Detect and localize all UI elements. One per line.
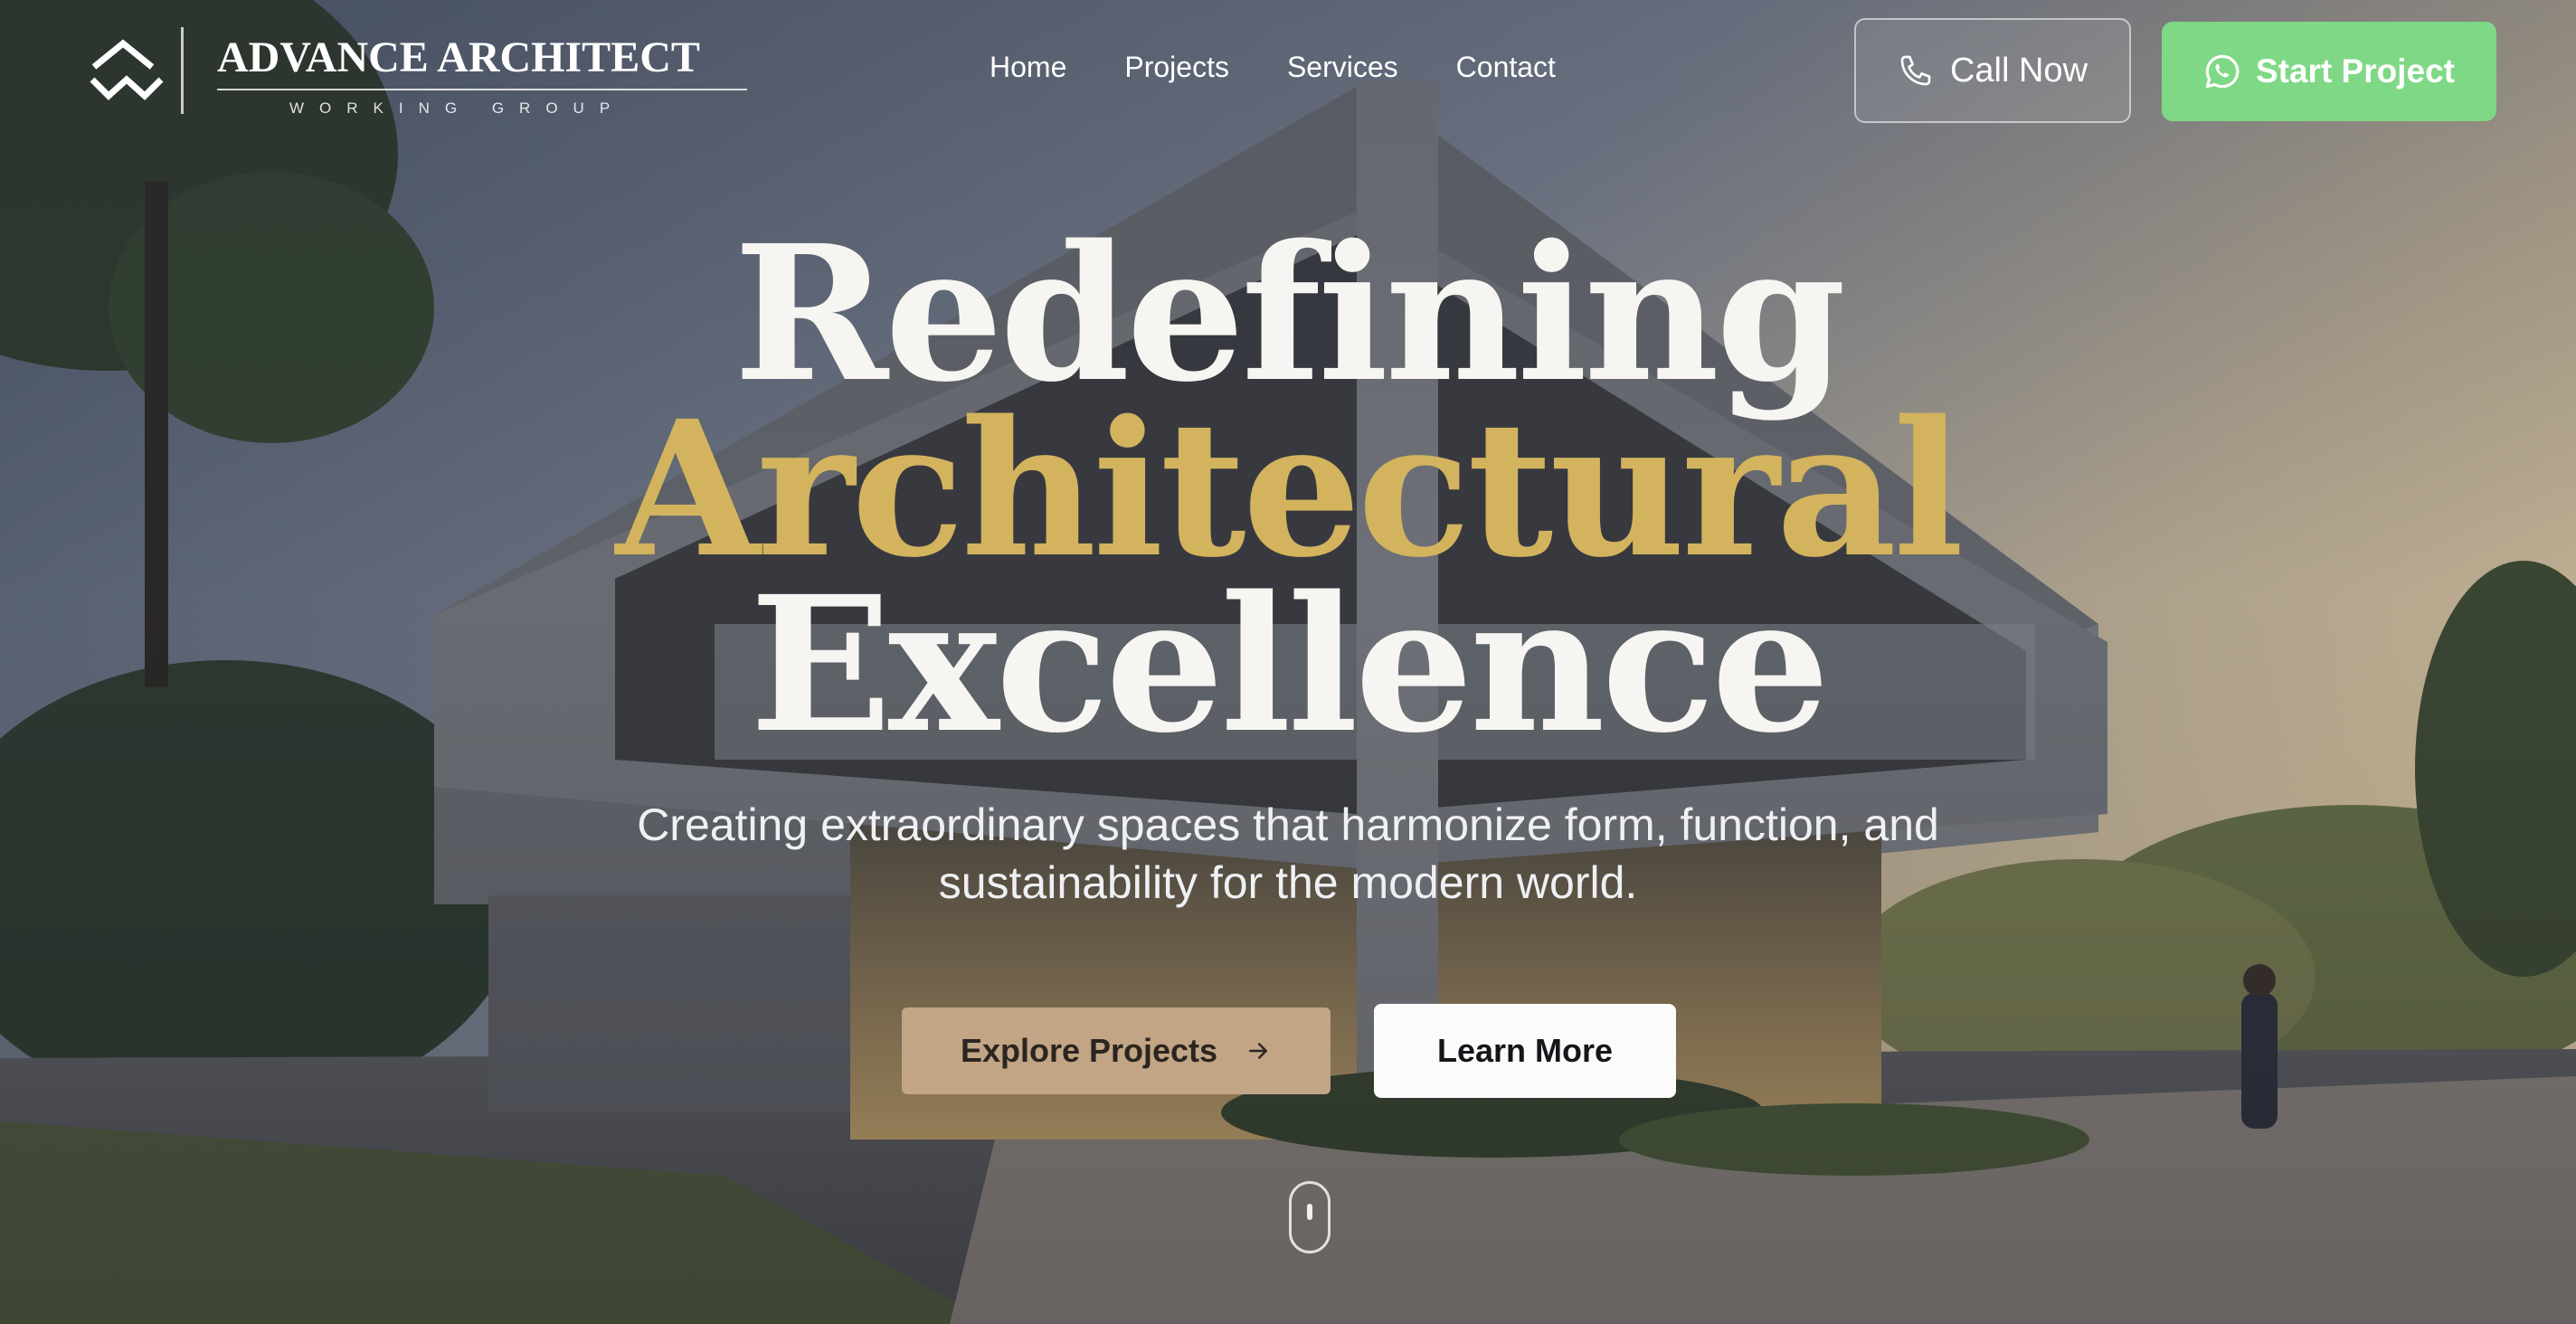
start-project-label: Start Project	[2255, 52, 2455, 90]
brand-logo[interactable]: ADVANCE ARCHITECT WORKING GROUP	[87, 22, 747, 121]
learn-more-label: Learn More	[1436, 1032, 1614, 1069]
logo-chevron-icon	[90, 39, 164, 100]
learn-more-button[interactable]: Learn More	[1374, 1004, 1676, 1098]
brand-underline	[217, 89, 747, 90]
arrow-right-icon	[1249, 1043, 1268, 1059]
nav-item-projects[interactable]: Projects	[1124, 51, 1229, 84]
mouse-scroll-icon[interactable]	[1289, 1181, 1331, 1253]
headline-line-1: Redefining	[733, 204, 1846, 423]
brand-name: ADVANCE ARCHITECT	[217, 33, 700, 81]
scroll-wheel	[1307, 1204, 1312, 1220]
hero-subtitle: Creating extraordinary spaces that harmo…	[0, 796, 2576, 912]
brand-tagline: WORKING GROUP	[289, 99, 626, 117]
hero-headline: Redefining Architectural Excellence	[0, 204, 2576, 774]
call-now-label: Call Now	[1949, 51, 2088, 90]
start-project-button[interactable]: Start Project	[2162, 22, 2496, 121]
phone-icon	[1900, 55, 1931, 86]
subtitle-line-2: sustainability for the modern world.	[938, 857, 1638, 908]
headline-line-2: Architectural	[615, 380, 1965, 599]
main-nav: Home Projects Services Contact	[990, 51, 1556, 84]
nav-item-contact[interactable]: Contact	[1456, 51, 1556, 84]
headline-line-3: Excellence	[749, 555, 1830, 774]
whatsapp-icon	[2205, 54, 2240, 89]
nav-item-services[interactable]: Services	[1287, 51, 1398, 84]
subtitle-line-1: Creating extraordinary spaces that harmo…	[637, 799, 1939, 850]
logo-divider	[181, 27, 184, 114]
explore-projects-label: Explore Projects	[960, 1032, 1218, 1069]
call-now-button[interactable]: Call Now	[1854, 18, 2131, 123]
explore-projects-button[interactable]: Explore Projects	[902, 1007, 1331, 1094]
nav-item-home[interactable]: Home	[990, 51, 1066, 84]
